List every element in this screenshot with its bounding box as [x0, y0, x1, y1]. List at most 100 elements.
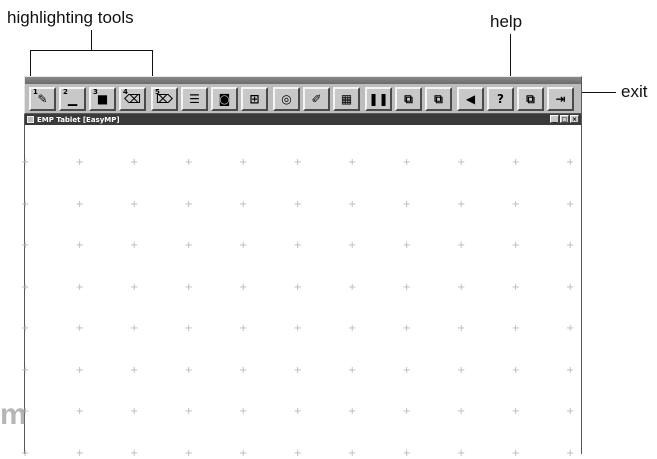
grid-mark: + [566, 364, 575, 376]
grid-mark: + [239, 447, 248, 459]
effects-button[interactable]: ▦ [333, 87, 360, 111]
highlighting-tools-leader-vertical [91, 30, 92, 51]
grid-mark: + [402, 281, 411, 293]
grid-mark: + [348, 157, 357, 168]
highlighting-tools-callout: highlighting tools [7, 8, 134, 27]
grid-mark: + [239, 157, 248, 168]
pause-icon: ❚❚ [368, 92, 389, 106]
capture-icon: ⊞ [249, 92, 260, 106]
emp-tablet-window: EMP Tablet [EasyMP] _ □ × + + + + + + + + + + + + + +… [21, 114, 582, 459]
grid-mark: + [75, 281, 84, 293]
grid-mark: + [566, 406, 575, 417]
camera-button[interactable]: ◙ [211, 87, 238, 111]
exit-button[interactable]: ⇥ [547, 87, 574, 111]
toolbar-titlebar[interactable] [25, 77, 581, 84]
grid-mark: + [402, 323, 411, 334]
grid-mark: + [293, 323, 302, 334]
disc-icon: ◎ [281, 92, 292, 106]
grid-mark: + [348, 406, 357, 417]
capture-button[interactable]: ⊞ [241, 87, 268, 111]
minimize-button[interactable]: _ [550, 115, 559, 123]
grid-mark: + [457, 198, 466, 210]
grid-mark: + [184, 240, 193, 251]
window-tile-button[interactable]: ⧉ [395, 87, 422, 111]
pen-settings-button[interactable]: ✐ [303, 87, 330, 111]
highlight-tool-3-button[interactable]: 3 ■ [89, 87, 116, 111]
grid-mark: + [21, 323, 30, 334]
drawing-canvas[interactable]: + + + + + + + + + + + + + + + + + + + + + + + + + + + + + + + + + + + + + + + +… [21, 125, 581, 459]
grid-mark: + [566, 447, 575, 459]
grid-mark: + [402, 406, 411, 417]
grid-mark: + [348, 364, 357, 376]
grid-mark: + [457, 364, 466, 376]
grid-mark: + [239, 198, 248, 210]
grid-mark: + [566, 198, 575, 210]
grid-mark: + [75, 198, 84, 210]
grid-mark: + [457, 157, 466, 168]
close-button[interactable]: × [570, 115, 579, 123]
button-number: 4 [123, 88, 128, 96]
list-button[interactable]: ☰ [181, 87, 208, 111]
grid-mark: + [130, 157, 139, 168]
grid-mark: + [130, 198, 139, 210]
highlight-tool-2-button[interactable]: 2 ▁ [59, 87, 86, 111]
help-button[interactable]: ? [487, 87, 514, 111]
exit-leader [582, 92, 616, 93]
grid-mark: + [402, 240, 411, 251]
grid-mark: + [511, 447, 520, 459]
grid-mark: + [348, 447, 357, 459]
line-icon: ▁ [67, 92, 78, 106]
grid-mark: + [293, 157, 302, 168]
grid-mark: + [21, 240, 30, 251]
grid-mark: + [293, 281, 302, 293]
window-tile-icon: ⧉ [404, 92, 413, 106]
highlight-tool-1-button[interactable]: 1 ✎ [29, 87, 56, 111]
grid-mark: + [457, 281, 466, 293]
pause-button[interactable]: ❚❚ [365, 87, 392, 111]
grid-mark: + [184, 323, 193, 334]
window-stack-button[interactable]: ⧉ [425, 87, 452, 111]
help-icon: ? [497, 92, 504, 106]
window-switch-button[interactable]: ⧉ [517, 87, 544, 111]
highlight-tool-5-button[interactable]: 5 ⌦ [151, 87, 178, 111]
highlight-tool-4-button[interactable]: 4 ⌫ [119, 87, 146, 111]
grid-mark: + [239, 240, 248, 251]
window-controls: _ □ × [550, 115, 579, 123]
effects-icon: ▦ [340, 92, 353, 106]
grid-mark: + [21, 157, 30, 168]
grid-mark: + [511, 281, 520, 293]
window-titlebar[interactable]: EMP Tablet [EasyMP] _ □ × [25, 114, 581, 125]
help-callout: help [490, 12, 523, 31]
pencil-icon: ✐ [311, 92, 322, 106]
grid-mark: + [348, 198, 357, 210]
maximize-button[interactable]: □ [560, 115, 569, 123]
back-button[interactable]: ◀ [457, 87, 484, 111]
camera-icon: ◙ [218, 92, 231, 106]
grid-mark: + [21, 281, 30, 293]
highlighting-tools-bracket-left [30, 50, 31, 76]
grid-mark: + [184, 198, 193, 210]
grid-mark: + [130, 240, 139, 251]
grid-mark: + [566, 281, 575, 293]
highlighting-tools-bracket [30, 50, 153, 51]
box-icon: ■ [96, 92, 109, 106]
list-icon: ☰ [189, 92, 200, 106]
watermark: m [0, 398, 27, 431]
app-icon [27, 116, 34, 123]
toolbar: 1 ✎ 2 ▁ 3 ■ 4 ⌫ 5 ⌦ ☰ ◙ ⊞ ◎ ✐ ▦ ❚❚ ⧉ ⧉ ◀? ⧉ ⇥ [24, 76, 582, 114]
grid-mark: + [457, 240, 466, 251]
grid-mark: + [511, 240, 520, 251]
grid-mark: + [130, 406, 139, 417]
grid-mark: + [21, 447, 30, 459]
grid-mark: + [402, 447, 411, 459]
grid-mark: + [402, 364, 411, 376]
grid-mark: + [130, 323, 139, 334]
button-number: 1 [33, 88, 38, 96]
exit-callout: exit [621, 82, 648, 101]
grid-mark: + [130, 281, 139, 293]
grid-mark: + [184, 281, 193, 293]
grid-mark: + [566, 323, 575, 334]
disc-button[interactable]: ◎ [273, 87, 300, 111]
grid-mark: + [511, 157, 520, 168]
grid-mark: + [21, 364, 30, 376]
